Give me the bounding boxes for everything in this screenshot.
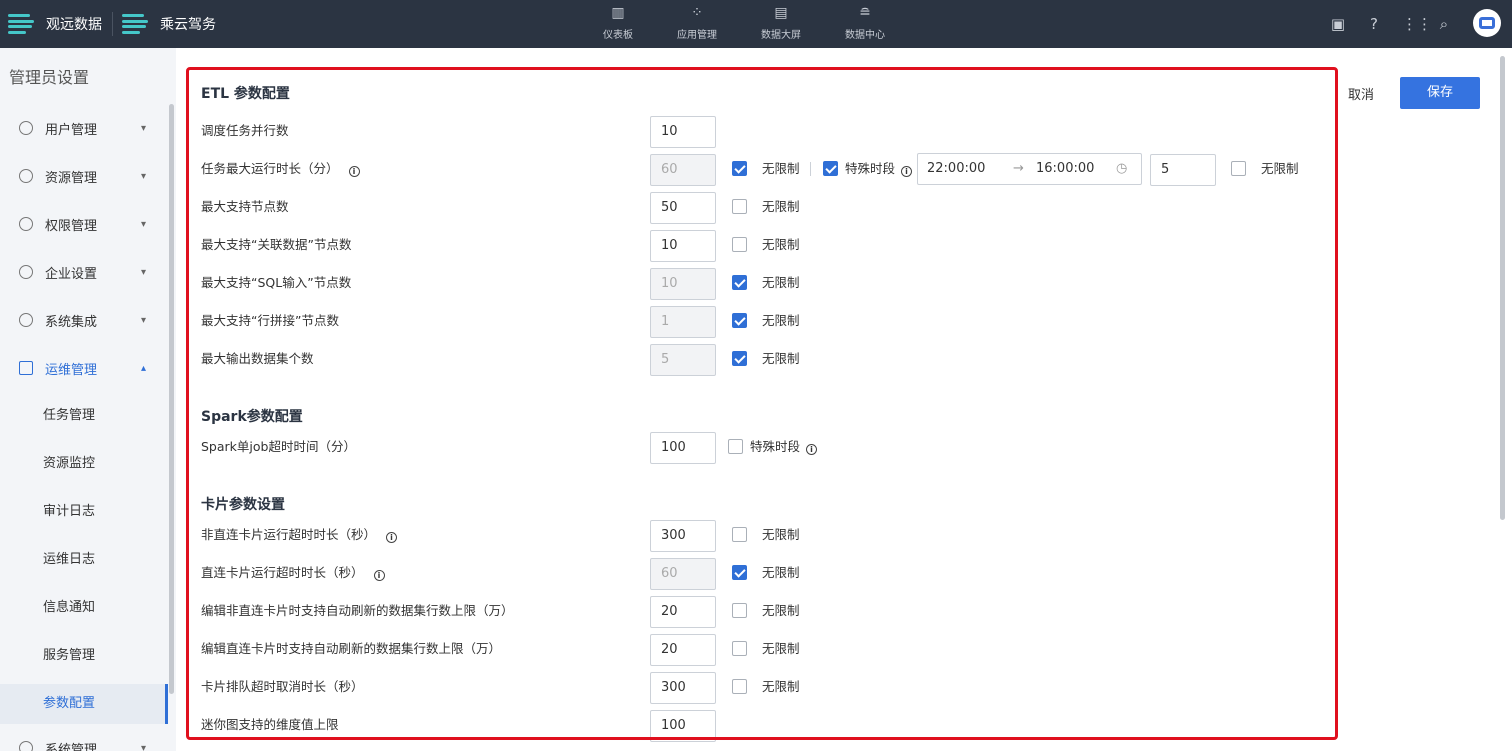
resource-icon <box>19 169 33 183</box>
system-icon <box>19 741 33 751</box>
nav-apps[interactable]: ⁘ 应用管理 <box>662 4 732 41</box>
big-screen-icon: ▤ <box>774 5 788 21</box>
nav-label: 应用管理 <box>677 30 717 41</box>
apps-icon: ⁘ <box>691 5 703 21</box>
sidebar-item-label: 资源管理 <box>45 170 98 186</box>
monitor-icon[interactable]: ▣ <box>1328 14 1348 34</box>
tenant-logo-icon <box>122 11 148 37</box>
tenant-name: 乘云驾务 <box>160 17 216 33</box>
brand-divider <box>112 12 113 36</box>
chevron-down-icon: ▾ <box>141 742 147 751</box>
nav-data-center[interactable]: ≘ 数据中心 <box>830 4 900 41</box>
chevron-down-icon: ▾ <box>141 218 147 230</box>
sidebar-item-label: 系统管理 <box>45 742 98 751</box>
sidebar-title: 管理员设置 <box>9 68 90 87</box>
nav-label: 数据中心 <box>845 30 885 41</box>
sidebar-subitem-resource-monitor[interactable]: 资源监控 <box>0 444 168 484</box>
sidebar-item-users[interactable]: 用户管理 ▾ <box>0 104 168 152</box>
chevron-down-icon: ▾ <box>141 170 147 182</box>
top-bar: 观远数据 乘云驾务 ▥ 仪表板 ⁘ 应用管理 ▤ 数据大屏 ≘ 数据中心 ▣ ?… <box>0 0 1512 48</box>
sidebar-subitem-ops-log[interactable]: 运维日志 <box>0 540 168 580</box>
sidebar-item-integration[interactable]: 系统集成 ▾ <box>0 296 168 344</box>
nav-big-screen[interactable]: ▤ 数据大屏 <box>746 4 816 41</box>
monitor-icon <box>19 361 33 375</box>
cancel-button[interactable]: 取消 <box>1348 84 1374 103</box>
sidebar-item-label: 用户管理 <box>45 122 98 138</box>
sidebar: 管理员设置 用户管理 ▾ 资源管理 ▾ 权限管理 ▾ 企业设置 ▾ 系统集成 ▾… <box>0 48 176 751</box>
dashboard-icon: ▥ <box>611 5 625 21</box>
user-icon <box>19 121 33 135</box>
sidebar-item-system[interactable]: 系统管理 ▾ <box>0 724 168 751</box>
sidebar-item-label: 企业设置 <box>45 266 98 282</box>
nav-label: 数据大屏 <box>761 30 801 41</box>
chevron-down-icon: ▾ <box>141 122 147 134</box>
grid-menu-icon[interactable]: ⋮⋮ <box>1402 14 1432 34</box>
chevron-down-icon: ▾ <box>141 266 147 278</box>
search-icon[interactable]: ⌕ <box>1434 14 1454 34</box>
save-button[interactable]: 保存 <box>1400 77 1480 109</box>
sidebar-item-label: 系统集成 <box>45 314 98 330</box>
database-icon: ≘ <box>859 5 871 21</box>
sidebar-item-enterprise[interactable]: 企业设置 ▾ <box>0 248 168 296</box>
nav-label: 仪表板 <box>603 30 633 41</box>
chevron-down-icon: ▾ <box>141 314 147 326</box>
sidebar-item-label: 运维管理 <box>45 362 98 378</box>
sidebar-item-resources[interactable]: 资源管理 ▾ <box>0 152 168 200</box>
help-icon[interactable]: ? <box>1364 14 1384 34</box>
sidebar-scrollbar[interactable] <box>169 104 174 694</box>
sidebar-item-label: 权限管理 <box>45 218 98 234</box>
sidebar-item-permissions[interactable]: 权限管理 ▾ <box>0 200 168 248</box>
sidebar-subitem-notifications[interactable]: 信息通知 <box>0 588 168 628</box>
brand-guanyuan[interactable]: 观远数据 <box>8 0 102 48</box>
highlight-box <box>186 67 1338 740</box>
chevron-up-icon: ▴ <box>141 362 147 374</box>
sidebar-item-ops[interactable]: 运维管理 ▴ <box>0 344 168 392</box>
sidebar-subitem-tasks[interactable]: 任务管理 <box>0 396 168 436</box>
user-avatar-icon <box>1479 17 1495 29</box>
integration-icon <box>19 313 33 327</box>
avatar[interactable] <box>1473 9 1501 37</box>
building-icon <box>19 265 33 279</box>
main-scrollbar[interactable] <box>1500 56 1505 520</box>
brand-tenant[interactable]: 乘云驾务 <box>122 0 216 48</box>
sidebar-subitem-services[interactable]: 服务管理 <box>0 636 168 676</box>
nav-dashboard[interactable]: ▥ 仪表板 <box>583 4 653 41</box>
brand-name: 观远数据 <box>46 17 102 33</box>
sidebar-subitem-params[interactable]: 参数配置 <box>0 684 168 724</box>
sidebar-subitem-audit-log[interactable]: 审计日志 <box>0 492 168 532</box>
shield-icon <box>19 217 33 231</box>
guanyuan-logo-icon <box>8 11 34 37</box>
